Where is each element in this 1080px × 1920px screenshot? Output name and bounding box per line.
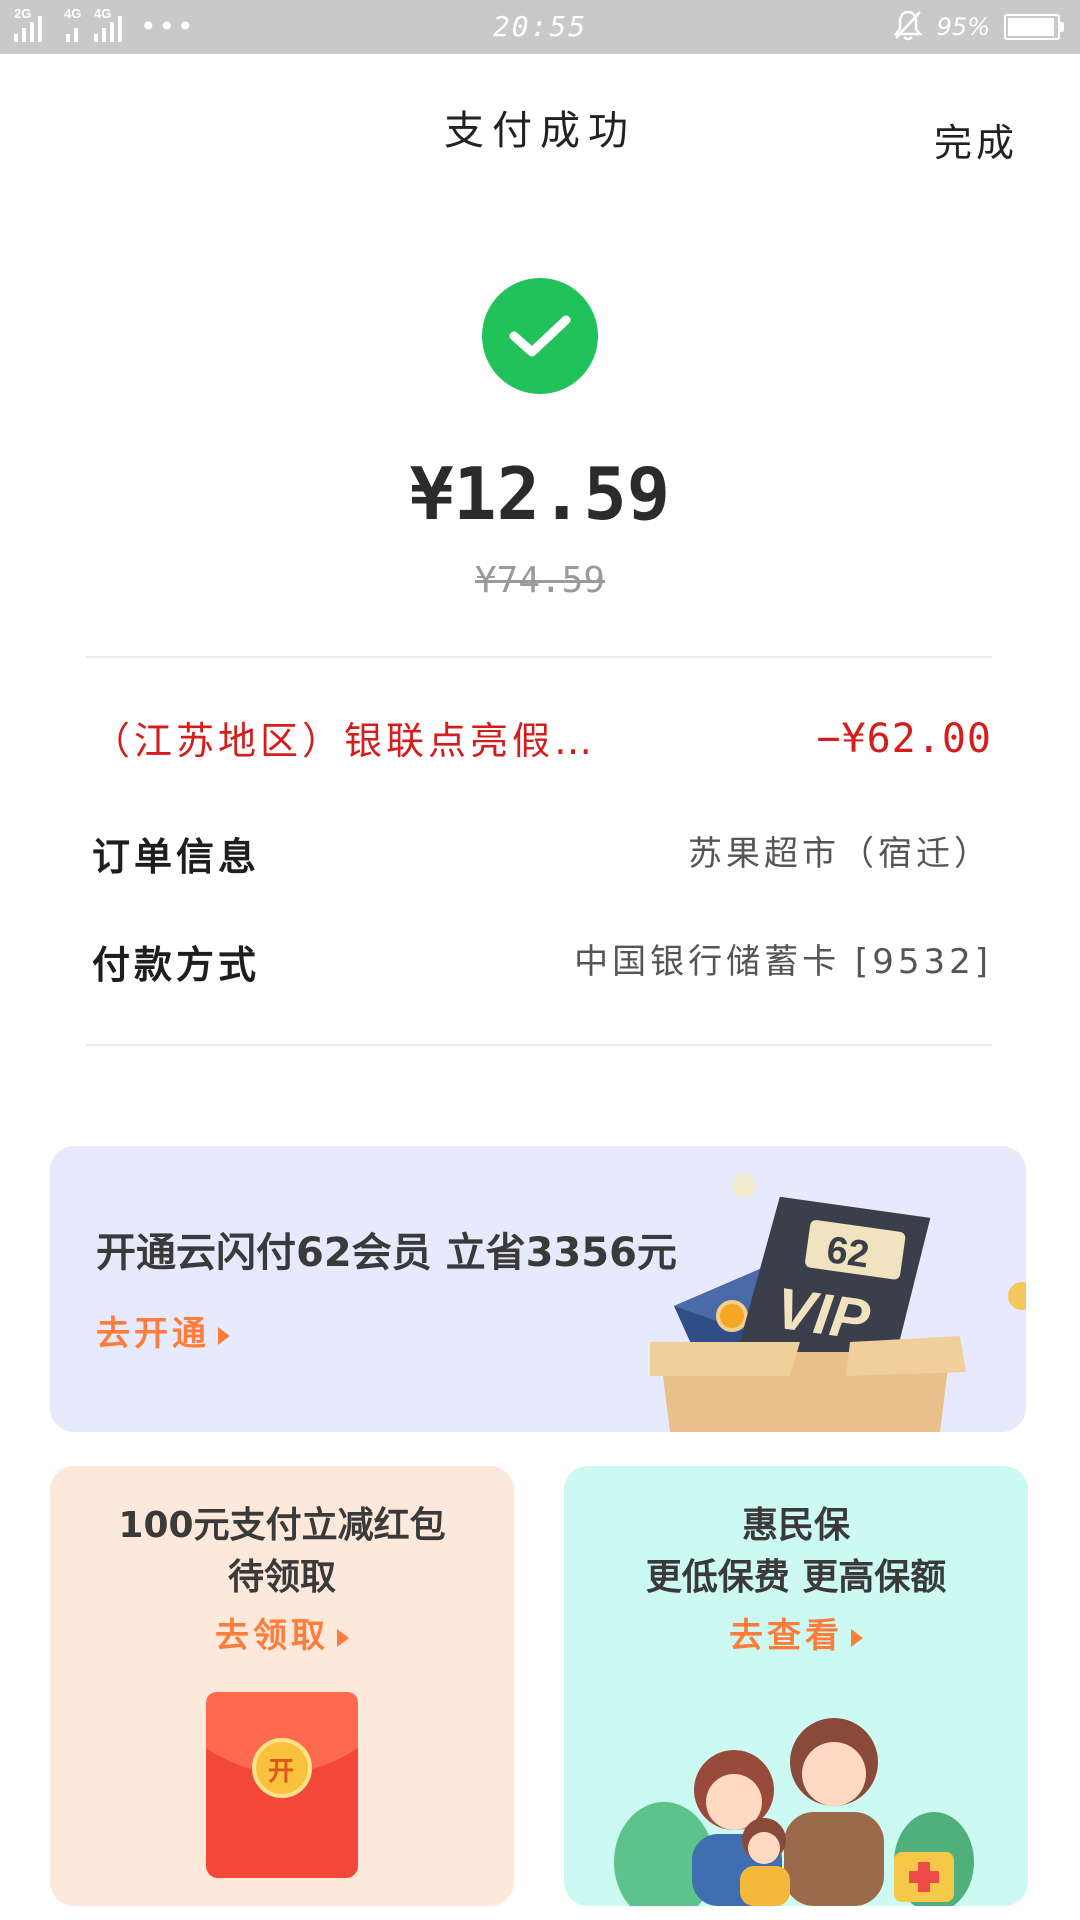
order-info-value: 苏果超市（宿迁） <box>688 834 992 874</box>
red-envelope-icon: 开 <box>206 1692 358 1878</box>
done-button[interactable]: 完成 <box>934 112 1018 167</box>
red-packet-title-line1: 100元支付立减红包 <box>118 1505 446 1546</box>
view-insurance-link[interactable]: 去查看 <box>564 1608 1028 1657</box>
order-info-label: 订单信息 <box>92 835 261 879</box>
arrow-right-icon <box>218 1326 230 1345</box>
divider <box>86 656 992 658</box>
payment-method-label: 付款方式 <box>92 943 261 987</box>
divider <box>86 1044 992 1046</box>
status-right: 95% <box>893 9 1064 45</box>
arrow-right-icon <box>851 1628 863 1647</box>
family-illustration <box>614 1718 974 1906</box>
insurance-card[interactable]: 惠民保 更低保费 更高保额 去查看 <box>564 1466 1028 1906</box>
vip-membership-banner[interactable]: 开通云闪付62会员 立省3356元 去开通 62 VIP <box>50 1146 1026 1432</box>
mute-bell-icon <box>893 9 923 45</box>
discount-row[interactable]: （江苏地区）银联点亮假… −¥62.00 <box>92 710 992 770</box>
original-amount: ¥74.59 <box>474 560 606 601</box>
battery-level <box>1008 18 1054 36</box>
arrow-right-icon <box>337 1628 349 1647</box>
coin-open-text: 开 <box>268 1757 294 1787</box>
payment-method-row[interactable]: 付款方式 中国银行储蓄卡 [9532] <box>92 934 992 994</box>
vip-banner-title: 开通云闪付62会员 立省3356元 <box>96 1230 677 1276</box>
insurance-title-line2: 更低保费 更高保额 <box>645 1557 947 1598</box>
order-info-row[interactable]: 订单信息 苏果超市（宿迁） <box>92 826 992 886</box>
open-membership-label: 去开通 <box>96 1314 210 1354</box>
view-insurance-label: 去查看 <box>729 1616 843 1656</box>
vip-badge-text: VIP <box>772 1276 874 1353</box>
claim-label: 去领取 <box>215 1616 329 1656</box>
payment-method-value: 中国银行储蓄卡 [9532] <box>574 942 992 982</box>
page-title: 支付成功 <box>444 108 636 154</box>
vip-gift-box-illustration: 62 VIP <box>650 1174 1026 1432</box>
red-packet-title-line2: 待领取 <box>227 1557 336 1598</box>
paid-amount: ¥12.59 <box>409 452 671 536</box>
discount-label: （江苏地区）银联点亮假… <box>92 719 597 763</box>
battery-percent: 95% <box>936 13 990 41</box>
vip-badge-number: 62 <box>824 1229 872 1276</box>
status-bar: 2G 4G 4G ••• 20:55 95% <box>0 0 1080 54</box>
battery-icon <box>1004 14 1064 40</box>
discount-value: −¥62.00 <box>816 716 992 762</box>
claim-link[interactable]: 去领取 <box>50 1608 514 1657</box>
red-packet-card[interactable]: 100元支付立减红包 待领取 去领取 开 <box>50 1466 514 1906</box>
success-check-icon <box>482 278 598 394</box>
insurance-title-line1: 惠民保 <box>741 1505 850 1546</box>
open-membership-link[interactable]: 去开通 <box>96 1306 230 1355</box>
